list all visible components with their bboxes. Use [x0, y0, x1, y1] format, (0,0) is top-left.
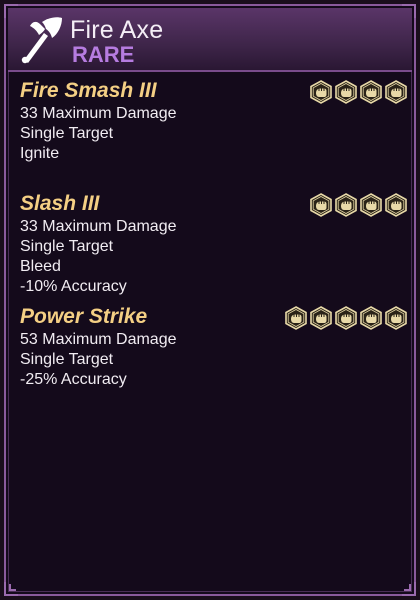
ability-stat: 33 Maximum Damage: [20, 218, 177, 235]
strength-fist-icon: [335, 306, 357, 330]
ability-stat: Single Target: [20, 351, 114, 368]
item-tooltip-card: Fire Axe RARE Fire Smash III 33 Maximum …: [4, 4, 416, 596]
ability-cost: [309, 193, 408, 217]
ability-stat: -25% Accuracy: [20, 371, 127, 388]
axe-icon: [21, 17, 62, 64]
ability-cost: [309, 80, 408, 104]
strength-fist-icon: [335, 80, 357, 104]
ability-stat: Single Target: [20, 125, 114, 142]
ability-stat: Bleed: [20, 258, 61, 275]
strength-fist-icon: [360, 80, 382, 104]
ability-stat: Ignite: [20, 145, 60, 162]
ability-block: Slash III 33 Maximum Damage Single Targe…: [20, 191, 407, 297]
ability-block: Fire Smash III 33 Maximum Damage Single …: [20, 78, 407, 164]
item-header: Fire Axe RARE: [8, 8, 412, 72]
frame-corner-ornament: [402, 582, 416, 596]
strength-fist-icon: [385, 306, 407, 330]
ability-block: Power Strike 53 Maximum Damage Single Ta…: [20, 304, 407, 390]
strength-fist-icon: [385, 80, 407, 104]
strength-fist-icon: [310, 193, 332, 217]
ability-stat: 33 Maximum Damage: [20, 105, 177, 122]
strength-fist-icon: [360, 306, 382, 330]
strength-fist-icon: [360, 193, 382, 217]
strength-fist-icon: [335, 193, 357, 217]
item-rarity: RARE: [72, 42, 135, 67]
strength-fist-icon: [385, 193, 407, 217]
frame-corner-ornament: [4, 582, 18, 596]
item-name: Fire Axe: [70, 16, 164, 44]
ability-cost: [284, 306, 408, 330]
strength-fist-icon: [310, 306, 332, 330]
strength-fist-icon: [310, 80, 332, 104]
ability-stat: Single Target: [20, 238, 114, 255]
ability-stat: -10% Accuracy: [20, 278, 127, 295]
strength-fist-icon: [285, 306, 307, 330]
ability-stat: 53 Maximum Damage: [20, 331, 177, 348]
